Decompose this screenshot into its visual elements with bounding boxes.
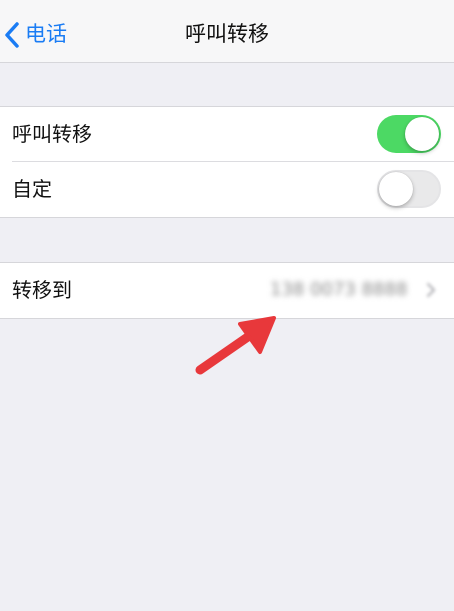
forward-to-label: 转移到 (12, 278, 72, 302)
custom-row: 自定 (0, 162, 454, 217)
page-title: 呼叫转移 (185, 22, 269, 46)
call-forwarding-toggle[interactable] (377, 115, 441, 153)
call-forwarding-label: 呼叫转移 (12, 122, 92, 146)
chevron-right-icon (426, 282, 436, 298)
call-forwarding-row: 呼叫转移 (0, 107, 454, 162)
forwarding-settings-group: 呼叫转移 自定 (0, 106, 454, 218)
toggle-knob (379, 172, 413, 206)
custom-label: 自定 (12, 177, 52, 201)
navigation-bar: 电话 呼叫转移 (0, 0, 454, 63)
toggle-knob (405, 117, 439, 151)
forward-to-number: 138 0073 8888 (270, 279, 408, 300)
forward-to-group: 转移到 138 0073 8888 (0, 262, 454, 319)
forward-to-row[interactable]: 转移到 138 0073 8888 (0, 263, 454, 318)
forward-to-value-area[interactable]: 138 0073 8888 (262, 264, 438, 317)
red-arrow-icon (195, 316, 276, 375)
custom-toggle[interactable] (377, 170, 441, 208)
